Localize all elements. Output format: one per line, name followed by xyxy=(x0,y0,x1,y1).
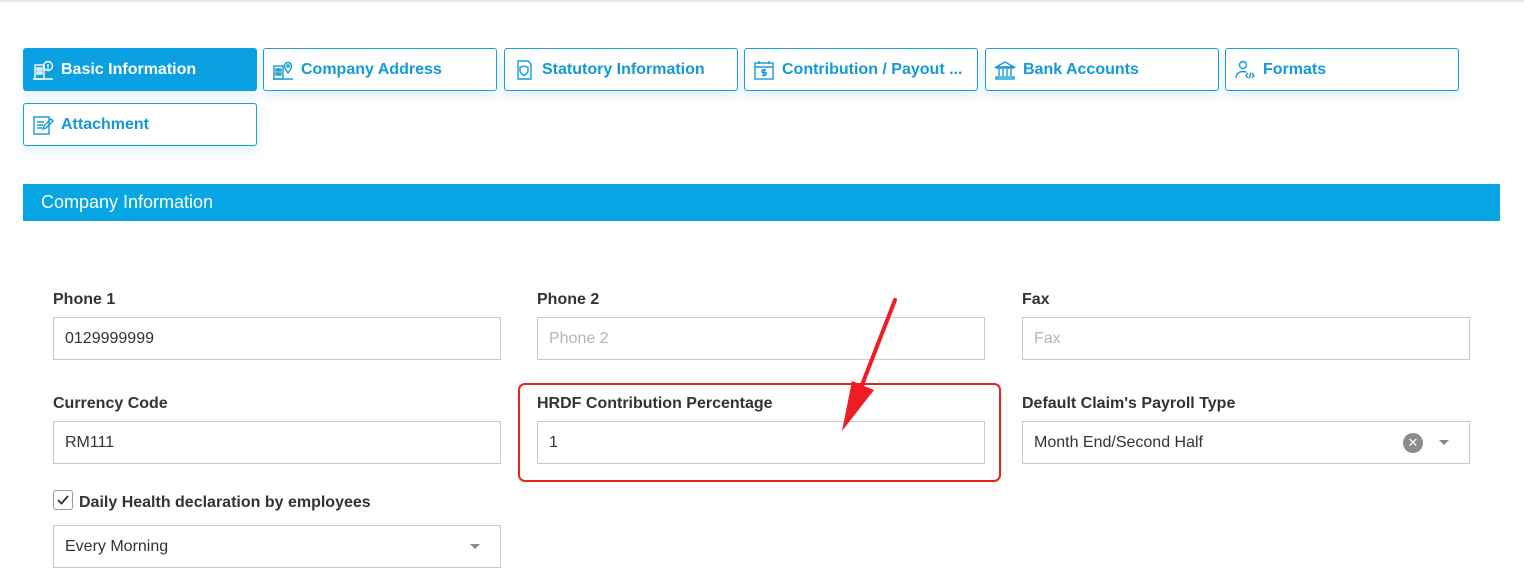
checkmark-icon xyxy=(57,495,69,505)
phone2-input[interactable] xyxy=(537,317,985,360)
attachment-edit-icon xyxy=(32,114,54,136)
document-shield-icon xyxy=(513,59,535,81)
tab-label: Statutory Information xyxy=(542,60,705,78)
tab-bank-accounts[interactable]: Bank Accounts xyxy=(985,48,1219,91)
health-declaration-frequency-select[interactable]: Every Morning xyxy=(53,525,501,568)
currency-code-input[interactable] xyxy=(53,421,501,464)
section-header: Company Information xyxy=(23,184,1500,221)
fax-label: Fax xyxy=(1022,291,1050,308)
building-info-icon xyxy=(32,59,54,81)
tab-label: Contribution / Payout ... xyxy=(782,60,963,78)
bank-icon xyxy=(994,59,1016,81)
chevron-down-icon[interactable] xyxy=(1439,440,1449,445)
claim-payroll-type-label: Default Claim's Payroll Type xyxy=(1022,395,1236,412)
health-frequency-value: Every Morning xyxy=(65,537,169,555)
claim-payroll-type-value: Month End/Second Half xyxy=(1034,433,1203,451)
health-declaration-checkbox[interactable] xyxy=(53,490,73,510)
tab-statutory-information[interactable]: Statutory Information xyxy=(504,48,738,91)
fax-input[interactable] xyxy=(1022,317,1470,360)
phone1-input[interactable] xyxy=(53,317,501,360)
tab-label: Bank Accounts xyxy=(1023,60,1139,78)
tab-contribution-payout[interactable]: Contribution / Payout ... xyxy=(744,48,978,91)
clear-icon[interactable]: ✕ xyxy=(1403,433,1423,453)
phone2-label: Phone 2 xyxy=(537,291,600,308)
phone1-label: Phone 1 xyxy=(53,291,116,308)
tab-label: Formats xyxy=(1263,60,1327,78)
tab-formats[interactable]: Formats xyxy=(1225,48,1459,91)
currency-code-label: Currency Code xyxy=(53,395,168,412)
user-code-icon xyxy=(1234,59,1256,81)
chevron-down-icon[interactable] xyxy=(470,544,480,549)
top-border xyxy=(0,0,1524,2)
section-title: Company Information xyxy=(41,192,214,212)
claim-payroll-type-select[interactable]: Month End/Second Half ✕ xyxy=(1022,421,1470,464)
tab-attachment[interactable]: Attachment xyxy=(23,103,257,146)
tab-label: Attachment xyxy=(61,115,150,133)
building-location-icon xyxy=(272,59,294,81)
health-declaration-label: Daily Health declaration by employees xyxy=(79,494,371,511)
annotation-arrow xyxy=(842,298,897,431)
tab-company-address[interactable]: Company Address xyxy=(263,48,497,91)
highlight-box xyxy=(518,383,1001,482)
tab-basic-information[interactable]: Basic Information xyxy=(23,48,257,91)
tab-label: Company Address xyxy=(301,60,442,78)
calendar-dollar-icon xyxy=(753,59,775,81)
tab-label: Basic Information xyxy=(61,60,197,78)
